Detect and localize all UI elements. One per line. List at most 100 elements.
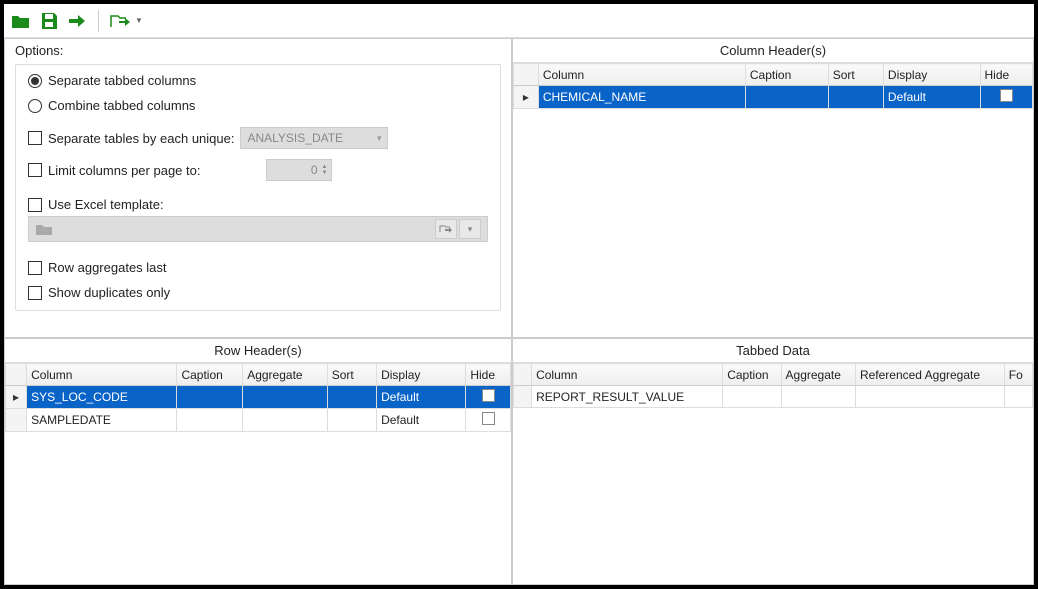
hide-checkbox[interactable] [1000,89,1013,102]
cell-sort[interactable] [828,86,883,109]
excel-tpl-row: Use Excel template: [28,197,488,212]
row-indicator-icon [6,409,27,432]
sep-tables-row: Separate tables by each unique: ANALYSIS… [28,127,488,149]
cell-column[interactable]: REPORT_RESULT_VALUE [532,386,723,408]
cell-hide[interactable] [980,86,1032,109]
table-row[interactable]: ▸ CHEMICAL_NAME Default [514,86,1033,109]
cell-display[interactable]: Default [377,386,466,409]
radio-combine[interactable] [28,99,42,113]
excel-tpl-section: Use Excel template: ▾ [28,197,488,242]
col-column[interactable]: Column [27,364,177,386]
cell-hide[interactable] [466,409,511,432]
show-dup-label: Show duplicates only [48,285,170,300]
file-dropdown-btn[interactable]: ▾ [459,219,481,239]
cell-column[interactable]: SAMPLEDATE [27,409,177,432]
export-icon[interactable] [109,10,131,32]
cell-caption[interactable] [723,386,781,408]
row-agg-row[interactable]: Row aggregates last [28,260,488,275]
cell-display[interactable]: Default [377,409,466,432]
options-panel: Options: Separate tabbed columns Combine… [4,38,512,338]
limit-cols-input[interactable]: 0 ▲▼ [266,159,332,181]
col-sort[interactable]: Sort [327,364,376,386]
cell-caption[interactable] [177,409,243,432]
chevron-down-icon: ▾ [377,133,382,144]
row-agg-checkbox[interactable] [28,261,42,275]
col-hide[interactable]: Hide [980,64,1032,86]
radio-separate[interactable] [28,74,42,88]
tabbed-data-panel: Tabbed Data Column Caption Aggregate Ref… [512,338,1034,585]
table-row[interactable]: ▸ SYS_LOC_CODE Default [6,386,511,409]
col-display[interactable]: Display [377,364,466,386]
show-dup-checkbox[interactable] [28,286,42,300]
row-indicator-icon: ▸ [6,386,27,409]
col-aggregate[interactable]: Aggregate [243,364,328,386]
cell-fo[interactable] [1004,386,1032,408]
spinner-icon[interactable]: ▲▼ [322,164,328,176]
row-indicator-icon [514,386,532,408]
main-area: Options: Separate tabbed columns Combine… [4,38,1034,585]
toolbar-separator [98,10,99,32]
column-headers-title: Column Header(s) [513,39,1033,63]
row-headers-grid[interactable]: Column Caption Aggregate Sort Display Hi… [5,363,511,584]
cell-caption[interactable] [745,86,828,109]
options-title: Options: [15,43,501,58]
limit-cols-checkbox[interactable] [28,163,42,177]
open-folder-icon[interactable] [10,10,32,32]
col-ref-aggregate[interactable]: Referenced Aggregate [855,364,1004,386]
sep-tables-value: ANALYSIS_DATE [247,131,343,145]
column-headers-grid[interactable]: Column Caption Sort Display Hide ▸ CHEMI… [513,63,1033,337]
excel-tpl-label: Use Excel template: [48,197,164,212]
radio-separate-row[interactable]: Separate tabbed columns [28,73,488,88]
row-indicator-icon: ▸ [514,86,539,109]
cell-aggregate[interactable] [243,386,328,409]
radio-combine-label: Combine tabbed columns [48,98,195,113]
row-headers-panel: Row Header(s) Column Caption Aggregate S… [4,338,512,585]
hide-checkbox[interactable] [482,412,495,425]
limit-cols-row: Limit columns per page to: 0 ▲▼ [28,159,488,181]
col-hide[interactable]: Hide [466,364,511,386]
cell-aggregate[interactable] [781,386,855,408]
row-agg-label: Row aggregates last [48,260,167,275]
col-caption[interactable]: Caption [723,364,781,386]
radio-separate-label: Separate tabbed columns [48,73,196,88]
tabbed-data-title: Tabbed Data [513,339,1033,363]
cell-column[interactable]: CHEMICAL_NAME [538,86,745,109]
limit-cols-value: 0 [311,163,318,177]
cell-sort[interactable] [327,386,376,409]
folder-icon [35,222,53,236]
cell-sort[interactable] [327,409,376,432]
row-headers-title: Row Header(s) [5,339,511,363]
cell-caption[interactable] [177,386,243,409]
radio-combine-row[interactable]: Combine tabbed columns [28,98,488,113]
col-aggregate[interactable]: Aggregate [781,364,855,386]
arrow-right-icon[interactable] [66,10,88,32]
export-dropdown-arrow[interactable]: ▼ [135,16,143,25]
save-icon[interactable] [38,10,60,32]
cell-ref-aggregate[interactable] [855,386,1004,408]
col-display[interactable]: Display [883,64,980,86]
cell-display[interactable]: Default [883,86,980,109]
options-group: Separate tabbed columns Combine tabbed c… [15,64,501,311]
excel-tpl-picker[interactable]: ▾ [28,216,488,242]
table-row[interactable]: SAMPLEDATE Default [6,409,511,432]
file-open-btn[interactable] [435,219,457,239]
col-caption[interactable]: Caption [177,364,243,386]
cell-hide[interactable] [466,386,511,409]
sep-tables-select[interactable]: ANALYSIS_DATE ▾ [240,127,388,149]
column-headers-panel: Column Header(s) Column Caption Sort Dis… [512,38,1034,338]
hide-checkbox[interactable] [482,389,495,402]
col-sort[interactable]: Sort [828,64,883,86]
excel-tpl-checkbox[interactable] [28,198,42,212]
cell-column[interactable]: SYS_LOC_CODE [27,386,177,409]
show-dup-row[interactable]: Show duplicates only [28,285,488,300]
app-window: ▼ Options: Separate tabbed columns Combi… [4,4,1034,585]
cell-aggregate[interactable] [243,409,328,432]
table-row[interactable]: REPORT_RESULT_VALUE [514,386,1033,408]
toolbar: ▼ [4,4,1034,38]
col-column[interactable]: Column [532,364,723,386]
tabbed-data-grid[interactable]: Column Caption Aggregate Referenced Aggr… [513,363,1033,584]
col-column[interactable]: Column [538,64,745,86]
col-caption[interactable]: Caption [745,64,828,86]
sep-tables-checkbox[interactable] [28,131,42,145]
col-fo[interactable]: Fo [1004,364,1032,386]
